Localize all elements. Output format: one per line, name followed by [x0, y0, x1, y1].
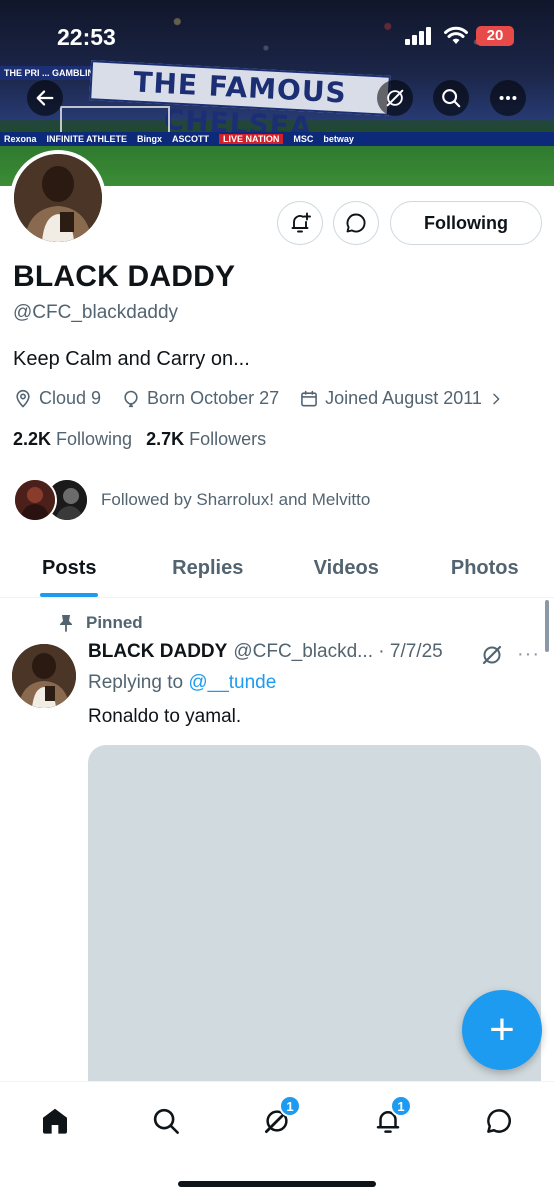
post-more-button[interactable]: ··· [517, 643, 540, 666]
profile-counts: 2.2K Following 2.7K Followers [13, 429, 280, 450]
replying-prefix: Replying to [88, 672, 184, 693]
calendar-icon [301, 390, 317, 406]
home-icon [43, 1108, 67, 1134]
balloon-icon [124, 390, 138, 407]
profile-birthday: Born October 27 [121, 388, 279, 409]
scrollbar[interactable] [545, 600, 549, 652]
ad-text: Bingx [137, 134, 163, 144]
following-label: Following [56, 429, 133, 449]
compose-post-button[interactable]: + [462, 990, 542, 1070]
cellular-signal-icon [405, 27, 433, 45]
tab-photos[interactable]: Photos [416, 540, 554, 597]
notifications-subscribe-button[interactable] [277, 201, 323, 245]
chat-bubble-icon [487, 1109, 511, 1133]
tab-posts[interactable]: Posts [0, 540, 139, 597]
post-author-handle-date: @CFC_blackd... · 7/7/25 [233, 641, 443, 662]
tab-replies[interactable]: Replies [139, 540, 278, 597]
profile-bio: Keep Calm and Carry on... [13, 348, 250, 370]
replying-to: Replying to @__tunde [88, 672, 276, 694]
followed-by-row[interactable]: Followed by Sharrolux! and Melvitto [13, 478, 370, 522]
chat-bubble-icon [346, 213, 366, 233]
banner-ad-board: Rexona INFINITE ATHLETE Bingx ASCOTT LIV… [0, 132, 554, 146]
following-count: 2.2K [13, 429, 52, 449]
followed-by-text: Followed by Sharrolux! and Melvitto [101, 490, 371, 509]
nav-search[interactable] [144, 1099, 188, 1143]
ad-text: ASCOTT [172, 134, 210, 144]
pinned-label-row: Pinned [58, 613, 143, 633]
avatar-image [12, 644, 76, 708]
profile-tabs: Posts Replies Videos Photos [0, 540, 554, 598]
following-button[interactable]: Following [390, 201, 542, 245]
profile-location: Cloud 9 [13, 388, 101, 409]
post-author-name[interactable]: BLACK DADDY [88, 641, 227, 663]
wifi-icon [444, 26, 468, 44]
avatar-image [15, 480, 55, 520]
search-icon [153, 1108, 179, 1134]
more-options-button[interactable] [490, 80, 526, 116]
ad-text: betway [323, 134, 354, 144]
status-bar: 22:53 20 [0, 0, 554, 70]
message-button[interactable] [333, 201, 379, 245]
replying-to-link[interactable]: @__tunde [188, 672, 276, 693]
nav-grok[interactable]: 1 [255, 1095, 301, 1143]
bell-plus-icon [291, 212, 311, 233]
home-indicator [178, 1181, 376, 1187]
notifications-badge: 1 [390, 1095, 412, 1117]
more-horizontal-icon [499, 95, 517, 101]
nav-notifications[interactable]: 1 [366, 1095, 412, 1143]
grok-icon [386, 89, 404, 107]
mutual-avatar [13, 478, 57, 522]
status-time: 22:53 [57, 24, 116, 50]
grok-button[interactable] [377, 80, 413, 116]
chevron-right-icon [493, 393, 500, 404]
ad-text: INFINITE ATHLETE [46, 134, 128, 144]
location-pin-icon [16, 389, 30, 408]
battery-indicator: 20 [476, 26, 514, 46]
nav-home[interactable] [33, 1099, 77, 1143]
ad-text: LIVE NATION [219, 134, 284, 144]
pinned-label: Pinned [86, 613, 143, 632]
arrow-left-icon [36, 90, 54, 106]
grok-badge: 1 [279, 1095, 301, 1117]
search-button[interactable] [433, 80, 469, 116]
profile-meta: Cloud 9 Born October 27 Joined August 20… [13, 388, 530, 409]
location-text: Cloud 9 [39, 388, 102, 408]
post-header: BLACK DADDY @CFC_blackd... · 7/7/25 [88, 641, 443, 663]
profile-joined[interactable]: Joined August 2011 [299, 388, 510, 409]
following-count-link[interactable]: 2.2K Following [13, 429, 132, 450]
followers-label: Followers [189, 429, 267, 449]
pin-icon [60, 615, 72, 632]
birthday-text: Born October 27 [147, 388, 280, 408]
grok-icon[interactable] [480, 643, 504, 667]
avatar-image [14, 154, 102, 242]
followers-count-link[interactable]: 2.7K Followers [146, 429, 266, 450]
joined-text: Joined August 2011 [325, 388, 482, 408]
followers-count: 2.7K [146, 429, 185, 449]
profile-display-name: BLACK DADDY [13, 260, 236, 293]
post-text: Ronaldo to yamal. [88, 706, 242, 727]
back-button[interactable] [27, 80, 63, 116]
profile-handle: @CFC_blackdaddy [13, 302, 179, 323]
nav-messages[interactable] [477, 1099, 521, 1143]
ad-text: Rexona [4, 134, 37, 144]
profile-avatar[interactable] [10, 150, 106, 246]
tab-videos[interactable]: Videos [277, 540, 416, 597]
ad-text: MSC [293, 134, 314, 144]
search-icon [442, 89, 461, 108]
post-author-avatar[interactable] [12, 644, 76, 708]
